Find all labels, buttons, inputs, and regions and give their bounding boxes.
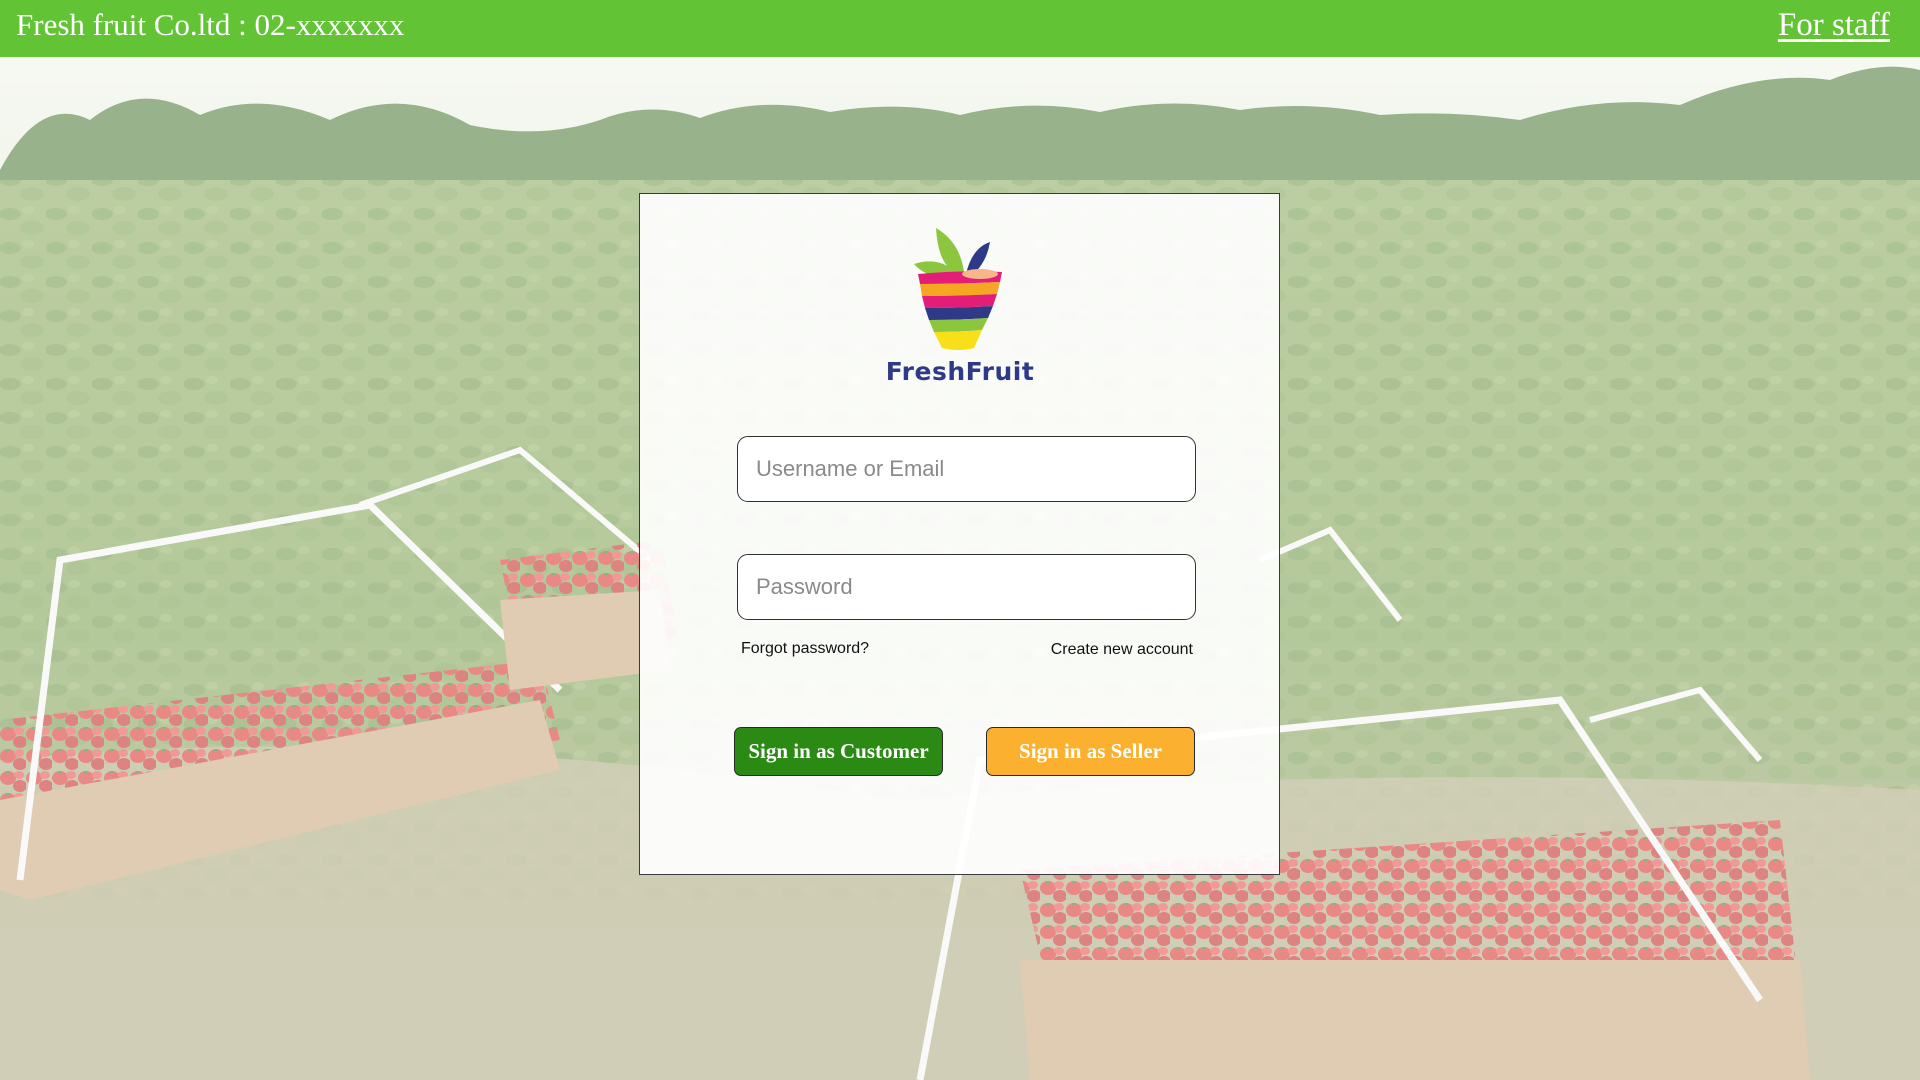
brand-name: FreshFruit [885, 357, 1035, 386]
username-input[interactable] [737, 436, 1196, 502]
sign-in-seller-button[interactable]: Sign in as Seller [986, 727, 1195, 776]
login-card: FreshFruit Forgot password? Create new a… [639, 193, 1280, 875]
forgot-password-link[interactable]: Forgot password? [741, 640, 869, 658]
sign-in-customer-button[interactable]: Sign in as Customer [734, 727, 943, 776]
create-account-link[interactable]: Create new account [1051, 641, 1193, 659]
freshfruit-logo: FreshFruit [880, 222, 1040, 390]
for-staff-link[interactable]: For staff [1778, 5, 1890, 45]
password-input[interactable] [737, 554, 1196, 620]
company-info: Fresh fruit Co.ltd : 02-xxxxxxx [16, 7, 405, 42]
top-bar: Fresh fruit Co.ltd : 02-xxxxxxx For staf… [0, 0, 1920, 57]
